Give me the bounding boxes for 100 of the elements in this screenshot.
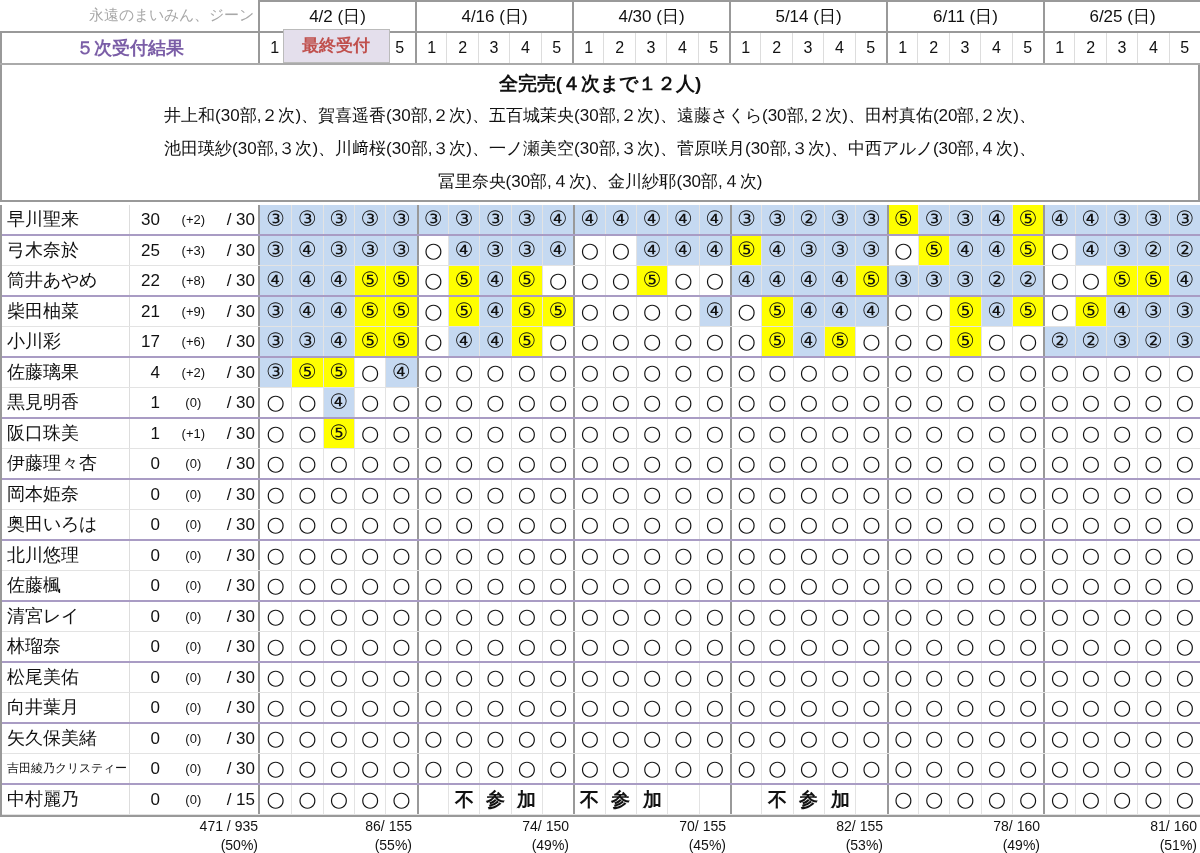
status-mark: ○ bbox=[611, 391, 630, 413]
slot-number: 1 bbox=[886, 33, 918, 63]
status-mark: ○ bbox=[705, 330, 724, 352]
status-mark: ○ bbox=[486, 361, 505, 383]
status-mark: ⑤ bbox=[360, 300, 380, 322]
status-mark: ○ bbox=[392, 666, 411, 688]
status-mark: ○ bbox=[674, 391, 693, 413]
status-mark: ○ bbox=[737, 696, 756, 718]
status-mark: ○ bbox=[1175, 544, 1194, 566]
increase-count: (0) bbox=[184, 637, 203, 656]
status-mark: ○ bbox=[674, 513, 693, 535]
status-mark: ○ bbox=[455, 727, 474, 749]
status-mark: ○ bbox=[1050, 544, 1070, 566]
increase-count: (0) bbox=[184, 515, 203, 534]
status-mark: ○ bbox=[424, 727, 443, 749]
status-mark: ○ bbox=[1175, 513, 1194, 535]
status-mark: ③ bbox=[737, 208, 757, 230]
status-mark: ○ bbox=[674, 635, 693, 657]
status-mark: ○ bbox=[266, 727, 285, 749]
status-mark: ○ bbox=[925, 574, 944, 596]
date-header: 6/25 (日) bbox=[1043, 0, 1200, 31]
status-mark: ③ bbox=[517, 239, 537, 261]
notice-line: 池田瑛紗(30部,３次)、川﨑桜(30部,３次)、一ノ瀬美空(30部,３次)、菅原咲月(30部,３次)、中西アルノ(30部,４次)、 bbox=[164, 138, 1036, 160]
notice-heading: 全完売(４次まで１２人) bbox=[498, 72, 702, 96]
status-mark: ④ bbox=[392, 361, 411, 383]
date-total: 81/ 160 bbox=[1150, 817, 1197, 836]
status-mark: ○ bbox=[611, 300, 630, 322]
status-mark: ○ bbox=[956, 757, 975, 779]
status-mark: ○ bbox=[549, 452, 568, 474]
status-mark: ④ bbox=[611, 208, 631, 230]
status-mark: ○ bbox=[956, 361, 975, 383]
status-mark: ○ bbox=[1113, 788, 1132, 810]
status-mark: ○ bbox=[674, 422, 693, 444]
status-mark: ○ bbox=[361, 574, 380, 596]
member-name: 奥田いろは bbox=[7, 512, 97, 536]
status-mark: ④ bbox=[486, 269, 505, 291]
date-total: 82/ 155 bbox=[836, 817, 883, 836]
status-mark: ○ bbox=[486, 422, 505, 444]
status-mark: ○ bbox=[611, 544, 630, 566]
status-mark: ④ bbox=[862, 300, 881, 322]
status-mark: ③ bbox=[862, 239, 881, 261]
status-mark: ○ bbox=[1113, 452, 1132, 474]
status-mark: ○ bbox=[455, 635, 474, 657]
status-mark: ○ bbox=[455, 452, 474, 474]
quota-text: / 30 bbox=[226, 605, 255, 628]
status-mark: ⑤ bbox=[548, 300, 568, 322]
status-mark: ○ bbox=[549, 574, 568, 596]
status-mark: ○ bbox=[549, 483, 568, 505]
increase-count: (0) bbox=[184, 790, 203, 809]
member-name: 小川彩 bbox=[7, 329, 61, 353]
status-mark: ○ bbox=[862, 574, 881, 596]
status-mark: ○ bbox=[737, 391, 756, 413]
status-mark: ○ bbox=[799, 422, 818, 444]
status-mark: ○ bbox=[831, 422, 850, 444]
status-mark: ○ bbox=[611, 422, 630, 444]
status-mark: ○ bbox=[894, 239, 913, 261]
status-mark: ④ bbox=[486, 330, 505, 352]
quota-text: / 30 bbox=[226, 757, 255, 780]
status-mark: ○ bbox=[549, 757, 568, 779]
status-mark: ○ bbox=[611, 727, 630, 749]
status-mark: ○ bbox=[1175, 666, 1194, 688]
sold-count: 0 bbox=[149, 757, 160, 780]
status-mark: ○ bbox=[987, 391, 1006, 413]
status-mark: ○ bbox=[1019, 666, 1038, 688]
status-mark: ○ bbox=[1019, 361, 1038, 383]
status-mark: ⑤ bbox=[768, 330, 787, 352]
slot-number: 3 bbox=[791, 33, 824, 63]
status-mark: ○ bbox=[392, 635, 411, 657]
status-mark: ○ bbox=[517, 513, 536, 535]
status-mark: ○ bbox=[1144, 391, 1163, 413]
member-name: 向井葉月 bbox=[7, 695, 79, 719]
status-mark: ○ bbox=[455, 422, 474, 444]
status-mark: ○ bbox=[580, 452, 600, 474]
slot-number: 1 bbox=[1043, 33, 1075, 63]
status-mark: ○ bbox=[361, 361, 380, 383]
status-mark: ○ bbox=[768, 574, 787, 596]
status-mark: ○ bbox=[392, 483, 411, 505]
status-mark: ○ bbox=[705, 727, 724, 749]
status-mark: ○ bbox=[956, 666, 975, 688]
slot-number: 2 bbox=[760, 33, 792, 63]
status-mark: ○ bbox=[1019, 330, 1038, 352]
date-percent: (49%) bbox=[1002, 836, 1040, 853]
status-mark: ○ bbox=[987, 605, 1006, 627]
increase-count: (0) bbox=[184, 607, 203, 626]
status-mark: ○ bbox=[799, 483, 818, 505]
status-mark: ○ bbox=[1019, 696, 1038, 718]
status-mark: ○ bbox=[486, 727, 505, 749]
sold-count: 17 bbox=[140, 330, 160, 353]
status-mark: ○ bbox=[643, 300, 662, 322]
status-mark: ○ bbox=[862, 513, 881, 535]
slot-number: 2 bbox=[917, 33, 949, 63]
status-mark: ○ bbox=[1175, 574, 1194, 596]
status-mark: ○ bbox=[894, 788, 913, 810]
status-mark: ③ bbox=[1112, 239, 1132, 261]
status-mark: ○ bbox=[329, 452, 348, 474]
status-mark: ○ bbox=[361, 635, 380, 657]
status-mark: ○ bbox=[517, 422, 536, 444]
status-mark: ○ bbox=[987, 788, 1006, 810]
status-mark: ④ bbox=[1050, 208, 1070, 230]
date-percent: (49%) bbox=[531, 836, 569, 853]
